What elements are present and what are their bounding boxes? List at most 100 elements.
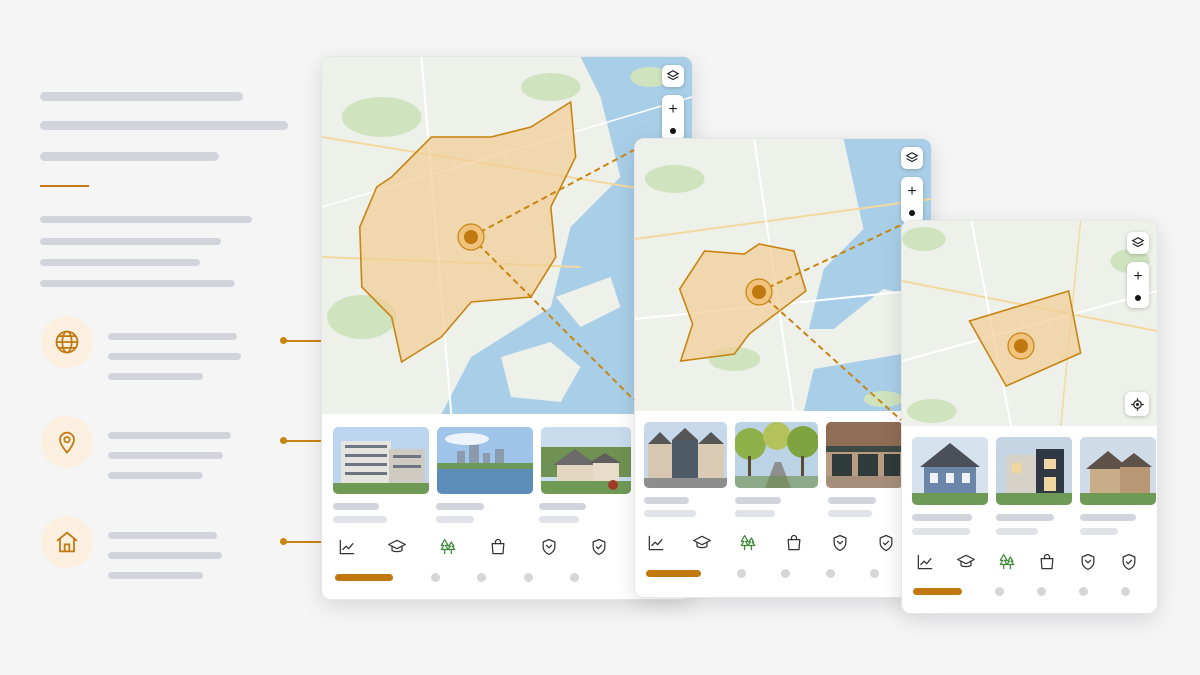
- graduation-cap-icon[interactable]: [956, 552, 976, 577]
- photo-caption-placeholder: [436, 503, 484, 510]
- map-view[interactable]: +: [635, 139, 931, 411]
- trend-chart-icon[interactable]: [337, 537, 357, 562]
- pager-dot[interactable]: [570, 573, 579, 582]
- photo-caption-placeholder: [644, 497, 689, 504]
- layers-icon[interactable]: [662, 65, 684, 87]
- heading-placeholder-line: [40, 152, 219, 161]
- trend-chart-icon[interactable]: [915, 552, 935, 577]
- stage: + + +: [0, 0, 1200, 675]
- feature-placeholder-line: [108, 452, 223, 459]
- pager-dot[interactable]: [477, 573, 486, 582]
- photo-caption-placeholder: [436, 516, 474, 523]
- locate-icon[interactable]: [1125, 392, 1149, 416]
- pager: [646, 569, 879, 578]
- zoom-in-icon[interactable]: +: [1133, 269, 1142, 285]
- pager-dot[interactable]: [1037, 587, 1046, 596]
- zoom-in-icon[interactable]: +: [668, 102, 677, 118]
- body-placeholder-line: [40, 259, 200, 266]
- photo-caption-placeholder: [1080, 528, 1118, 535]
- photo-waterfront-skyline[interactable]: [437, 427, 533, 494]
- map-view[interactable]: +: [902, 221, 1157, 426]
- feature-placeholder-line: [108, 333, 237, 340]
- body-placeholder-line: [40, 280, 235, 287]
- photo-modern-house[interactable]: [996, 437, 1072, 505]
- feature-placeholder-line: [108, 532, 217, 539]
- zoom-in-icon[interactable]: +: [907, 184, 916, 200]
- photo-caption-placeholder: [912, 528, 970, 535]
- photo-suburban-house[interactable]: [541, 427, 631, 494]
- pager-active-indicator[interactable]: [335, 574, 393, 581]
- trees-icon[interactable]: [438, 537, 458, 562]
- photo-tree-lined-street[interactable]: [735, 422, 818, 488]
- connector-line: [284, 541, 322, 543]
- pager: [335, 573, 579, 582]
- photo-storefronts[interactable]: [826, 422, 903, 488]
- photo-caption-placeholder: [539, 516, 579, 523]
- feature-placeholder-line: [108, 472, 203, 479]
- pager-dot[interactable]: [736, 569, 746, 578]
- shopping-bag-icon[interactable]: [1037, 552, 1057, 577]
- photo-apartment-buildings[interactable]: [333, 427, 429, 494]
- feature-placeholder-line: [108, 373, 203, 380]
- category-icons: [915, 552, 1139, 577]
- photo-strip: [333, 427, 631, 494]
- pager-dot[interactable]: [995, 587, 1004, 596]
- photo-caption-placeholder: [828, 510, 872, 517]
- photo-townhouses[interactable]: [644, 422, 727, 488]
- police-badge-icon[interactable]: [539, 537, 559, 562]
- shopping-bag-icon[interactable]: [488, 537, 508, 562]
- pager-dot[interactable]: [430, 573, 440, 582]
- feature-placeholder-line: [108, 353, 241, 360]
- zoom-control[interactable]: +: [901, 177, 923, 223]
- heading-placeholder-line: [40, 92, 243, 101]
- location-pin-icon: [41, 416, 93, 468]
- connector-line: [284, 440, 322, 442]
- layers-icon[interactable]: [1127, 232, 1149, 254]
- pager-dot[interactable]: [1121, 587, 1130, 596]
- photo-caption-placeholder: [539, 503, 586, 510]
- feature-placeholder-line: [108, 552, 222, 559]
- trees-icon[interactable]: [997, 552, 1017, 577]
- heading-placeholder-line: [40, 121, 288, 130]
- pager-dot[interactable]: [825, 569, 835, 578]
- photo-caption-placeholder: [735, 510, 775, 517]
- accent-divider: [40, 185, 89, 187]
- pager-dot[interactable]: [870, 569, 879, 578]
- zoom-control[interactable]: +: [1127, 262, 1149, 308]
- photo-caption-placeholder: [644, 510, 696, 517]
- photo-strip: [912, 437, 1156, 505]
- photo-blue-victorian-house[interactable]: [912, 437, 988, 505]
- category-icons: [646, 533, 896, 558]
- photo-caption-placeholder: [996, 528, 1038, 535]
- pager-active-indicator[interactable]: [646, 570, 701, 577]
- photo-strip: [644, 422, 903, 488]
- photo-caption-placeholder: [996, 514, 1054, 521]
- photo-caption-placeholder: [333, 516, 387, 523]
- photo-brick-house[interactable]: [1080, 437, 1156, 505]
- layers-icon[interactable]: [901, 147, 923, 169]
- graduation-cap-icon[interactable]: [387, 537, 407, 562]
- body-placeholder-line: [40, 216, 252, 223]
- police-badge-icon[interactable]: [1078, 552, 1098, 577]
- shield-check-icon[interactable]: [876, 533, 896, 558]
- feature-placeholder-line: [108, 572, 203, 579]
- block-card[interactable]: +: [901, 220, 1158, 614]
- globe-icon: [41, 316, 93, 368]
- shield-check-icon[interactable]: [1119, 552, 1139, 577]
- graduation-cap-icon[interactable]: [692, 533, 712, 558]
- police-badge-icon[interactable]: [830, 533, 850, 558]
- pager-dot[interactable]: [523, 573, 533, 582]
- pager-dot[interactable]: [781, 569, 790, 578]
- pager-dot[interactable]: [1079, 587, 1088, 596]
- photo-caption-placeholder: [912, 514, 972, 521]
- photo-caption-placeholder: [333, 503, 379, 510]
- shopping-bag-icon[interactable]: [784, 533, 804, 558]
- zoom-control[interactable]: +: [662, 95, 684, 141]
- photo-caption-placeholder: [828, 497, 876, 504]
- shield-check-icon[interactable]: [589, 537, 609, 562]
- trend-chart-icon[interactable]: [646, 533, 666, 558]
- pager-active-indicator[interactable]: [913, 588, 962, 595]
- trees-icon[interactable]: [738, 533, 758, 558]
- photo-caption-placeholder: [735, 497, 781, 504]
- neighborhood-card[interactable]: +: [634, 138, 932, 598]
